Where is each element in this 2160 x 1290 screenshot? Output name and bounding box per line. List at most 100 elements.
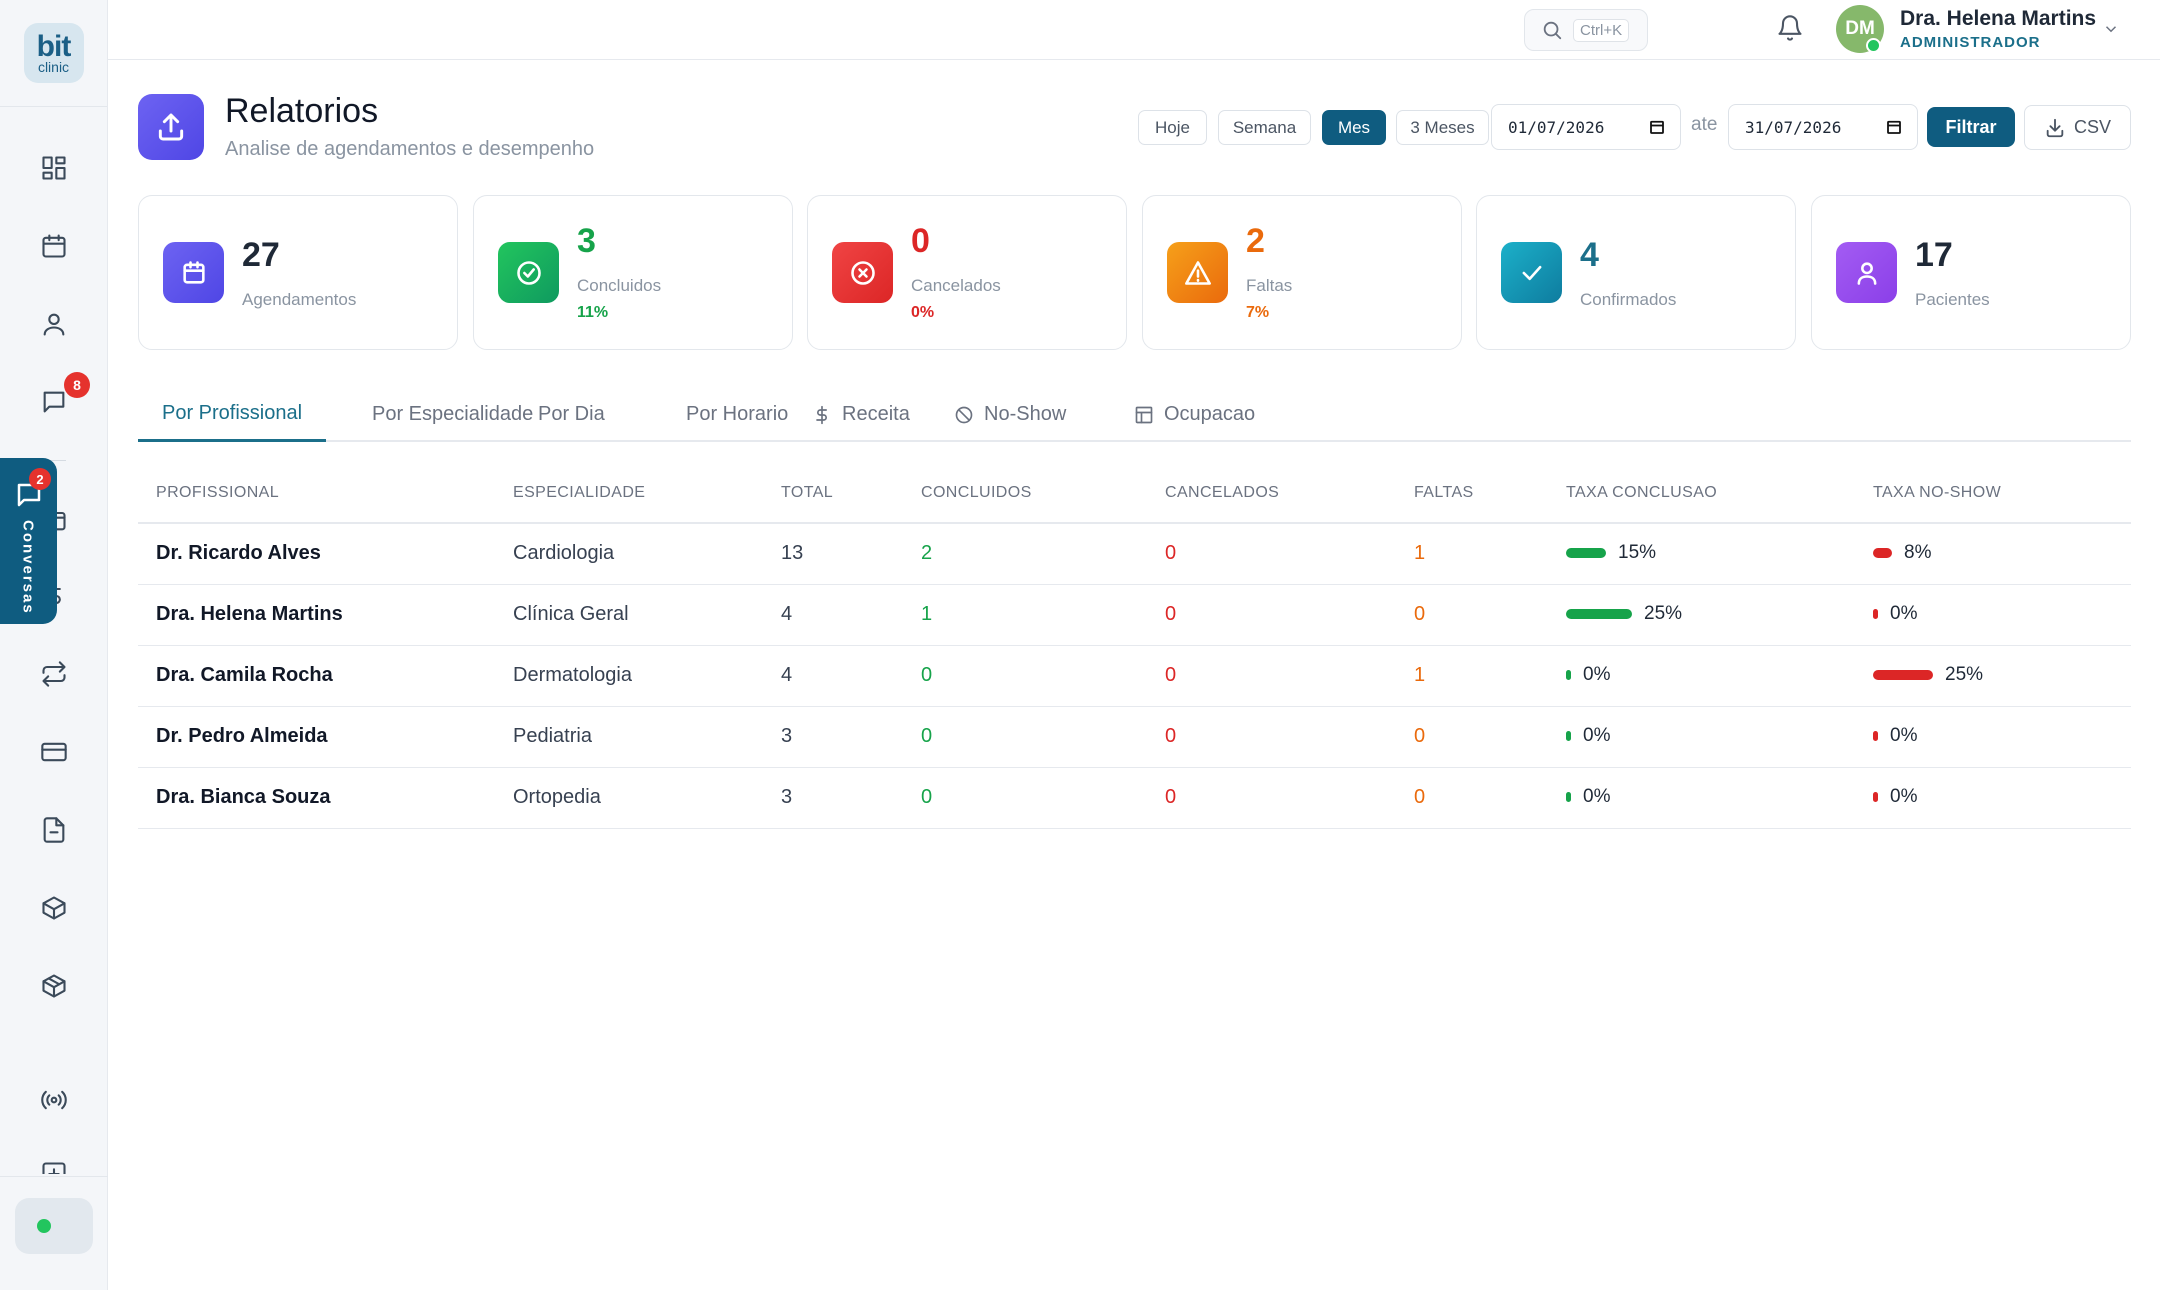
noshow-rate-bar xyxy=(1873,548,1892,558)
search-icon xyxy=(1543,21,1562,40)
table-icon xyxy=(1134,405,1154,425)
noshow-rate-bar xyxy=(1873,731,1878,741)
cell-profissional: Dr. Pedro Almeida xyxy=(156,725,328,747)
tab-label: Por Especialidade xyxy=(372,403,534,425)
cell-taxa-noshow: 8% xyxy=(1873,542,1931,564)
cell-total: 3 xyxy=(781,725,793,747)
cell-concluidos: 0 xyxy=(921,786,933,808)
cell-profissional: Dra. Bianca Souza xyxy=(156,786,331,808)
column-header[interactable]: CANCELADOS xyxy=(1165,484,1279,502)
column-header[interactable]: FALTAS xyxy=(1414,484,1474,502)
conversas-drawer-tab[interactable]: 2 Conversas xyxy=(0,458,57,624)
column-header[interactable]: CONCLUIDOS xyxy=(921,484,1032,502)
period-button-semana[interactable]: Semana xyxy=(1218,110,1311,145)
export-csv-label: CSV xyxy=(2073,117,2111,137)
download-icon xyxy=(2046,118,2064,137)
box-icon[interactable] xyxy=(38,970,70,1002)
chevron-down-icon[interactable] xyxy=(2102,20,2122,40)
table-header: PROFISSIONAL ESPECIALIDADE TOTAL CONCLUIDOS… xyxy=(138,466,2131,524)
period-button-hoje[interactable]: Hoje xyxy=(1138,110,1207,145)
stat-label: Confirmados xyxy=(1580,290,1677,309)
tab-label: No-Show xyxy=(984,403,1067,425)
x-circle-icon xyxy=(832,242,893,303)
column-header[interactable]: ESPECIALIDADE xyxy=(513,484,645,502)
noshow-rate-value: 8% xyxy=(1904,542,1932,563)
tab-ocupacao[interactable]: Ocupacao xyxy=(1110,387,1279,442)
cell-especialidade: Ortopedia xyxy=(513,786,601,808)
tab-no-show[interactable]: No-Show xyxy=(930,387,1090,442)
logo-text-bottom: clinic xyxy=(37,59,70,75)
cell-cancelados: 0 xyxy=(1165,603,1177,625)
export-csv-button[interactable]: CSV xyxy=(2024,105,2131,150)
period-button-3-meses[interactable]: 3 Meses xyxy=(1396,110,1489,145)
cell-especialidade: Cardiologia xyxy=(513,542,615,564)
table-row[interactable]: Dr. Ricardo Alves Cardiologia 13 2 0 1 15% 8% xyxy=(138,524,2131,585)
table-body: Dr. Ricardo Alves Cardiologia 13 2 0 1 15% 8% Dr… xyxy=(138,524,2131,829)
end-date-input[interactable]: 31/07/2026 xyxy=(1728,104,1918,150)
user-name[interactable]: Dra. Helena Martins xyxy=(1900,7,2096,31)
stat-card-agendamentos: 27 Agendamentos xyxy=(138,195,458,350)
start-date-value: 01/07/2026 xyxy=(1508,117,1605,137)
cell-faltas: 0 xyxy=(1414,725,1426,747)
table-row[interactable]: Dr. Pedro Almeida Pediatria 3 0 0 0 0% 0% xyxy=(138,707,2131,768)
stat-label: Cancelados xyxy=(911,276,1001,295)
user-icon[interactable] xyxy=(38,308,70,340)
start-date-input[interactable]: 01/07/2026 xyxy=(1491,104,1681,150)
warning-icon xyxy=(1167,242,1228,303)
stat-card-concluidos: 3 Concluidos 11% xyxy=(473,195,793,350)
noshow-rate-bar xyxy=(1873,609,1878,619)
column-header[interactable]: TAXA CONCLUSAO xyxy=(1566,484,1717,502)
cell-faltas: 1 xyxy=(1414,542,1426,564)
cell-cancelados: 0 xyxy=(1165,725,1177,747)
calendar-icon[interactable] xyxy=(1885,118,1903,136)
conclusion-rate-bar xyxy=(1566,609,1632,619)
stat-value: 3 xyxy=(577,222,596,260)
package-icon[interactable] xyxy=(38,892,70,924)
column-header[interactable]: TOTAL xyxy=(781,484,833,502)
end-date-value: 31/07/2026 xyxy=(1745,117,1842,137)
noshow-rate-bar xyxy=(1873,670,1933,680)
broadcast-icon[interactable] xyxy=(38,1084,70,1116)
stat-card-pacientes: 17 Pacientes xyxy=(1811,195,2131,350)
cell-profissional: Dr. Ricardo Alves xyxy=(156,542,321,564)
noshow-rate-value: 0% xyxy=(1890,603,1918,624)
transfer-icon[interactable] xyxy=(38,658,70,690)
tab-por-dia[interactable]: Por Dia xyxy=(514,387,629,442)
filter-button[interactable]: Filtrar xyxy=(1927,107,2015,147)
user-icon xyxy=(1836,242,1897,303)
column-header[interactable]: PROFISSIONAL xyxy=(156,484,279,502)
bell-icon[interactable] xyxy=(1776,14,1806,44)
table-row[interactable]: Dra. Camila Rocha Dermatologia 4 0 0 1 0% 25% xyxy=(138,646,2131,707)
dashboard-icon[interactable] xyxy=(38,152,70,184)
cell-especialidade: Pediatria xyxy=(513,725,592,747)
credit-card-icon[interactable] xyxy=(38,736,70,768)
cell-concluidos: 1 xyxy=(921,603,933,625)
logo-area: bit clinic xyxy=(0,0,107,107)
conclusion-rate-value: 25% xyxy=(1644,603,1683,624)
tab-receita[interactable]: Receita xyxy=(788,387,934,442)
search-button[interactable]: Ctrl+K xyxy=(1524,9,1648,51)
user-role: ADMINISTRADOR xyxy=(1900,34,2041,51)
cell-taxa-conclusao: 0% xyxy=(1566,725,1610,747)
conclusion-rate-value: 0% xyxy=(1583,664,1611,685)
table-row[interactable]: Dra. Bianca Souza Ortopedia 3 0 0 0 0% 0% xyxy=(138,768,2131,829)
column-header[interactable]: TAXA NO-SHOW xyxy=(1873,484,2001,502)
tab-por-profissional[interactable]: Por Profissional xyxy=(138,387,327,442)
report-tabs: Por Profissional Por Especialidade Por Dia… xyxy=(138,387,2131,442)
add-square-icon[interactable] xyxy=(38,1160,70,1174)
logo-text-top: bit xyxy=(36,30,72,63)
cell-concluidos: 0 xyxy=(921,664,933,686)
calendar-icon[interactable] xyxy=(38,230,70,262)
calendar-icon[interactable] xyxy=(1648,118,1666,136)
table-row[interactable]: Dra. Helena Martins Clínica Geral 4 1 0 0 25% 0… xyxy=(138,585,2131,646)
cell-faltas: 0 xyxy=(1414,786,1426,808)
stat-card-faltas: 2 Faltas 7% xyxy=(1142,195,1462,350)
sidebar: bit clinic 8 xyxy=(0,0,108,1290)
tab-label: Por Horario xyxy=(686,403,789,425)
brand-logo[interactable]: bit clinic xyxy=(23,23,84,83)
period-button-mes[interactable]: Mes xyxy=(1322,110,1386,145)
connection-status-toggle[interactable] xyxy=(15,1198,93,1254)
document-icon[interactable] xyxy=(38,814,70,846)
search-shortcut: Ctrl+K xyxy=(1573,18,1630,42)
online-status-dot xyxy=(37,1219,51,1233)
